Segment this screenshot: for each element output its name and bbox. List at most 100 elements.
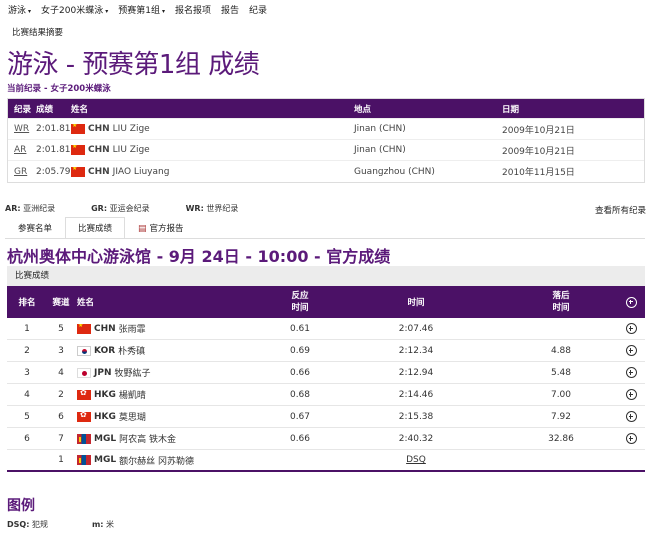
legend-code: DSQ:: [7, 520, 30, 529]
athlete-name[interactable]: LIU Zige: [113, 145, 150, 155]
athlete-name[interactable]: 额尔赫丝 冈苏勒德: [119, 454, 194, 467]
tab-results[interactable]: 比赛成绩: [65, 217, 126, 239]
cell-lane: 6: [58, 411, 64, 422]
expand-row[interactable]: [617, 345, 645, 356]
cell-rank: 5: [24, 411, 30, 422]
record-athlete: CHNLIU Zige: [71, 145, 354, 155]
header-record: 纪录: [14, 104, 32, 115]
athlete-name[interactable]: LIU Zige: [113, 124, 150, 134]
header-time: 时间: [407, 298, 425, 308]
flag-kor-icon: [77, 345, 91, 356]
plus-circle-icon[interactable]: [625, 433, 637, 444]
flag-mgl-icon: [77, 455, 91, 465]
flag-hkg-icon: [77, 411, 91, 422]
tab-label: 官方报告: [149, 224, 184, 234]
nav-entries-link[interactable]: 报名报项: [175, 3, 211, 16]
cell-time: 2:15.38: [398, 411, 434, 422]
cell-athlete: KOR 朴秀磌: [75, 344, 273, 357]
header-behind: 落后 时间: [552, 291, 570, 313]
record-row: AR 2:01.81 CHNLIU Zige Jinan (CHN) 2009年…: [8, 140, 644, 161]
plus-circle-icon[interactable]: [625, 296, 637, 308]
table-row: 3 4 JPN 牧野紘子 0.66 2:12.94 5.48: [7, 362, 645, 384]
record-type-link[interactable]: GR: [8, 167, 36, 177]
results-tabs: 参赛名单 比赛成绩 ▤ 官方报告: [5, 217, 197, 239]
top-nav: 游泳 ▾ 女子200米蝶泳 ▾ 预赛第1组 ▾ 报名报项 报告 纪录: [0, 0, 650, 18]
cell-time: 2:12.94: [398, 367, 434, 378]
cell-rank: 1: [24, 323, 30, 334]
expand-row[interactable]: [617, 389, 645, 400]
nav-label: 预赛第1组: [118, 5, 160, 16]
summary-link[interactable]: 比赛结果摘要: [12, 26, 63, 38]
table-row: 2 3 KOR 朴秀磌 0.69 2:12.34 4.88: [7, 340, 645, 362]
athlete-name[interactable]: 朴秀磌: [118, 344, 145, 357]
legend-title: 图例: [7, 498, 35, 514]
expand-row[interactable]: [617, 367, 645, 378]
expand-all[interactable]: [617, 296, 645, 308]
results-header-row: 排名 赛道 姓名 反应 时间 时间 落后 时间: [7, 286, 645, 318]
cell-athlete: JPN 牧野紘子: [75, 366, 273, 379]
cell-behind: 5.48: [550, 367, 572, 378]
record-legend: AR: 亚洲纪录 GR: 亚运会纪录 WR: 世界纪录: [5, 203, 274, 214]
nav-label: 游泳: [8, 5, 27, 16]
record-type-link[interactable]: WR: [8, 124, 36, 134]
cell-reaction: 0.69: [289, 345, 311, 356]
results-caption: 比赛成绩: [7, 266, 645, 286]
record-result: 2:01.81: [36, 124, 71, 134]
cell-time-dsq[interactable]: DSQ: [327, 455, 505, 465]
cell-athlete: MGL 额尔赫丝 冈苏勒德: [75, 454, 273, 467]
flag-chn-icon: [71, 145, 85, 155]
cell-reaction: 0.66: [289, 367, 311, 378]
athlete-name[interactable]: 莫思瑚: [119, 410, 146, 423]
tab-official-report[interactable]: ▤ 官方报告: [125, 217, 197, 239]
nav-records-link[interactable]: 纪录: [249, 3, 267, 16]
caret-down-icon: ▾: [28, 7, 32, 15]
nav-phase-dropdown[interactable]: 预赛第1组 ▾: [118, 3, 165, 16]
record-athlete: CHNJIAO Liuyang: [71, 166, 354, 177]
plus-circle-icon[interactable]: [625, 345, 637, 356]
header-rank: 排名: [18, 298, 36, 308]
cell-reaction: 0.61: [289, 323, 311, 334]
flag-chn-icon: [77, 323, 91, 334]
plus-circle-icon[interactable]: [625, 411, 637, 422]
noc-code: MGL: [94, 455, 117, 465]
nav-sport-dropdown[interactable]: 游泳 ▾: [8, 3, 31, 16]
header-lane: 赛道: [52, 298, 70, 308]
record-type-link[interactable]: AR: [8, 145, 36, 155]
cell-time: 2:40.32: [398, 433, 434, 444]
table-row: 4 2 HKG楊凱晴 0.68 2:14.46 7.00: [7, 384, 645, 406]
noc-code: CHN: [94, 323, 116, 334]
cell-lane: 1: [58, 455, 64, 465]
athlete-name[interactable]: 阿农高 铁木金: [119, 432, 176, 445]
expand-row[interactable]: [617, 433, 645, 444]
cell-athlete: MGL 阿农高 铁木金: [75, 432, 273, 445]
plus-circle-icon[interactable]: [625, 323, 637, 334]
legend-text: 米: [106, 520, 115, 529]
expand-row[interactable]: [617, 323, 645, 334]
athlete-name[interactable]: 牧野紘子: [114, 366, 150, 379]
record-location: Jinan (CHN): [354, 124, 406, 134]
plus-circle-icon[interactable]: [625, 367, 637, 378]
tab-start-list[interactable]: 参赛名单: [5, 217, 65, 239]
nav-event-dropdown[interactable]: 女子200米蝶泳 ▾: [41, 3, 108, 16]
expand-row[interactable]: [617, 411, 645, 422]
athlete-name[interactable]: 楊凱晴: [119, 388, 146, 401]
results-table: 比赛成绩 排名 赛道 姓名 反应 时间 时间 落后 时间 1 5 CHN张雨霏 …: [7, 266, 645, 472]
table-row: 1 MGL 额尔赫丝 冈苏勒德 DSQ: [7, 450, 645, 472]
nav-reports-link[interactable]: 报告: [221, 3, 239, 16]
cell-lane: 2: [58, 389, 64, 400]
legend-text: 世界纪录: [206, 204, 239, 213]
plus-circle-icon[interactable]: [625, 389, 637, 400]
athlete-name[interactable]: JIAO Liuyang: [113, 167, 170, 177]
view-all-records-link[interactable]: 查看所有纪录: [595, 204, 646, 216]
cell-time: 2:07.46: [398, 323, 434, 334]
header-reaction: 反应 时间: [291, 291, 309, 313]
cell-reaction: 0.67: [289, 411, 311, 422]
noc-code: KOR: [94, 345, 116, 356]
athlete-name[interactable]: 张雨霏: [119, 322, 146, 335]
header-date: 日期: [502, 104, 520, 115]
noc-code: JPN: [94, 367, 112, 378]
header-name: 姓名: [77, 298, 95, 308]
cell-lane: 5: [58, 323, 64, 334]
cell-time: 2:14.46: [398, 389, 434, 400]
legend-text: 亚运会纪录: [109, 204, 150, 213]
